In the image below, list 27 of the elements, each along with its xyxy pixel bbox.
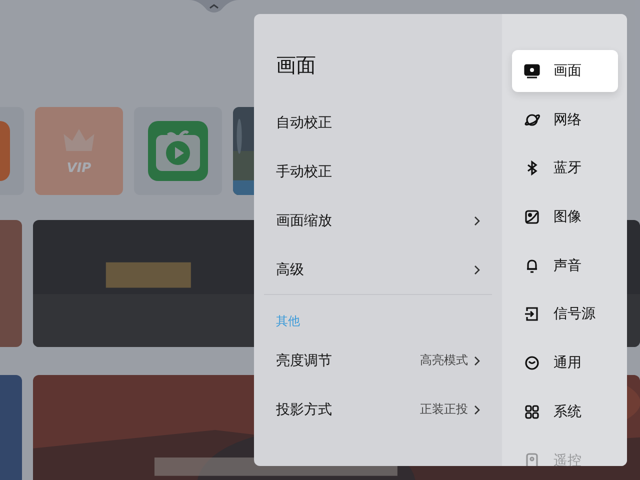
app-tile[interactable] [134,107,222,195]
menu-item[interactable]: 自动校正 [276,98,492,147]
menu-item[interactable]: 手动校正 [276,147,492,196]
sidebar-item[interactable]: 画面 [512,50,618,92]
planet-icon [524,112,540,128]
sidebar-item[interactable]: 系统 [512,390,618,433]
input-icon [524,306,540,322]
grid-icon [524,404,540,420]
sidebar-item[interactable]: 声音 [512,244,618,287]
panel-title: 画面 [276,52,317,79]
remote-icon [524,452,540,466]
section-heading: 其他 [276,313,301,330]
screen-icon [524,63,540,79]
smiley-icon [524,355,540,372]
sidebar-item[interactable]: 信号源 [512,293,618,336]
sidebar-item[interactable]: 通用 [512,342,618,384]
sidebar-item[interactable]: 蓝牙 [512,147,618,190]
image-icon [524,209,540,226]
sidebar-item[interactable]: 图像 [512,196,618,238]
sidebar-item[interactable]: 网络 [512,98,618,141]
handle-tab-icon [189,0,239,14]
tv-play-icon [148,121,208,181]
menu-item[interactable]: 投影方式 正装正投 [276,385,492,434]
vip-label: VIP [66,160,92,176]
menu-item[interactable]: 亮度调节 高亮模式 [276,336,492,385]
menu-item[interactable]: 高级 [276,245,492,294]
menu-item[interactable]: 画面缩放 [276,196,492,245]
